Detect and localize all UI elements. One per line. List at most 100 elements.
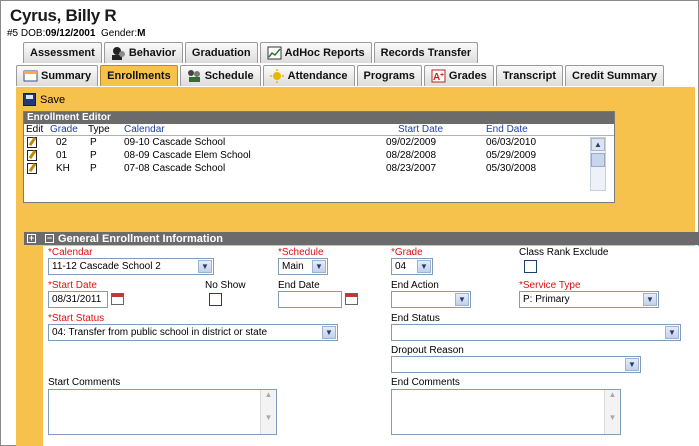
start-status-value: 04: Transfer from public school in distr… <box>52 327 268 338</box>
end-date-input[interactable] <box>278 291 342 308</box>
calendar-picker-icon[interactable] <box>111 293 124 305</box>
col-grade[interactable]: Grade <box>46 124 84 135</box>
class-rank-exclude-checkbox[interactable] <box>524 260 537 273</box>
gender-label: Gender: <box>100 28 138 39</box>
chevron-down-icon: ▼ <box>322 326 336 339</box>
tab-credit-summary[interactable]: Credit Summary <box>565 65 664 86</box>
row-end-date: 05/29/2009 <box>486 150 537 161</box>
tab-assessment[interactable]: Assessment <box>23 42 102 63</box>
start-comments-textarea[interactable]: ▲ ▼ <box>48 389 277 435</box>
tab-label: Credit Summary <box>572 70 657 82</box>
grade-select[interactable]: 04 ▼ <box>391 258 433 275</box>
start-status-select[interactable]: 04: Transfer from public school in distr… <box>48 324 338 341</box>
table-row[interactable]: 02 P 09-10 Cascade School 09/02/2009 06/… <box>24 136 614 149</box>
tab-enrollments[interactable]: Enrollments <box>100 65 178 86</box>
summary-icon <box>23 70 38 82</box>
tab-grades[interactable]: A + Grades <box>423 65 494 86</box>
textarea-scrollbar[interactable]: ▲ ▼ <box>604 390 620 434</box>
service-type-select[interactable]: P: Primary ▼ <box>519 291 659 308</box>
tab-row-lower: Summary Enrollments Schedule Attendance … <box>16 65 664 87</box>
start-comments-label: Start Comments <box>48 377 121 388</box>
tab-label: Transcript <box>502 70 556 82</box>
gender-value: M <box>137 28 146 39</box>
row-calendar: 07-08 Cascade School <box>124 163 226 174</box>
calendar-select[interactable]: 11-12 Cascade School 2 ▼ <box>48 258 214 275</box>
dropout-reason-select[interactable]: ▼ <box>391 356 641 373</box>
col-end-date[interactable]: End Date <box>478 124 558 135</box>
save-disk-icon <box>23 93 36 106</box>
dropout-reason-label: Dropout Reason <box>391 345 464 356</box>
no-show-label: No Show <box>205 280 246 291</box>
tab-transcript[interactable]: Transcript <box>495 65 563 86</box>
row-start-date: 08/23/2007 <box>386 163 437 174</box>
chevron-down-icon: ▼ <box>198 260 212 273</box>
tab-attendance[interactable]: Attendance <box>262 65 355 86</box>
tab-schedule[interactable]: Schedule <box>179 65 261 86</box>
start-status-label: *Start Status <box>48 313 105 324</box>
col-calendar[interactable]: Calendar <box>118 124 380 135</box>
grades-icon: A + <box>431 69 446 83</box>
col-start-date[interactable]: Start Date <box>380 124 478 135</box>
row-type: P <box>90 137 97 148</box>
expand-icon[interactable]: + <box>27 234 36 243</box>
schedule-label: *Schedule <box>278 247 324 258</box>
schedule-select[interactable]: Main ▼ <box>278 258 328 275</box>
tab-behavior[interactable]: Behavior <box>103 42 183 63</box>
edit-icon[interactable] <box>27 163 37 174</box>
tab-adhoc-reports[interactable]: AdHoc Reports <box>259 42 372 63</box>
start-date-label: *Start Date <box>48 280 97 291</box>
tab-label: Enrollments <box>107 70 171 82</box>
row-grade: KH <box>56 163 70 174</box>
col-type: Type <box>88 124 110 135</box>
dob-label: DOB: <box>20 28 46 39</box>
edit-icon[interactable] <box>27 150 37 161</box>
scroll-thumb[interactable] <box>591 153 605 167</box>
grade-value: 04 <box>395 261 407 272</box>
calendar-value: 11-12 Cascade School 2 <box>52 261 161 272</box>
no-show-checkbox[interactable] <box>209 293 222 306</box>
row-end-date: 06/03/2010 <box>486 137 537 148</box>
end-action-select[interactable]: ▼ <box>391 291 471 308</box>
general-section-header: + − General Enrollment Information <box>24 232 699 245</box>
tab-summary[interactable]: Summary <box>16 65 99 86</box>
row-start-date: 08/28/2008 <box>386 150 437 161</box>
general-section-title: General Enrollment Information <box>58 232 224 245</box>
tab-programs[interactable]: Programs <box>356 65 422 86</box>
table-row[interactable]: 01 P 08-09 Cascade Elem School 08/28/200… <box>24 149 614 162</box>
row-type: P <box>90 163 97 174</box>
tab-graduation[interactable]: Graduation <box>184 42 258 63</box>
adhoc-icon <box>267 46 282 60</box>
content-panel: Save Enrollment Editor Edit Grade Type C… <box>16 87 699 446</box>
calendar-picker-icon[interactable] <box>345 293 358 305</box>
scroll-up-icon[interactable]: ▲ <box>591 138 605 151</box>
edit-icon[interactable] <box>27 137 37 148</box>
tab-records-transfer[interactable]: Records Transfer <box>373 42 479 63</box>
editor-scrollbar[interactable]: ▲ <box>590 137 606 191</box>
row-grade: 01 <box>56 150 68 161</box>
app-window: Cyrus, Billy R #5 DOB:09/12/2001 Gender:… <box>0 0 699 446</box>
tab-label: Summary <box>41 70 92 82</box>
tab-label: Records Transfer <box>380 47 472 59</box>
chevron-down-icon: ▼ <box>625 358 639 371</box>
chevron-down-icon: ▼ <box>417 260 431 273</box>
row-grade: 02 <box>56 137 68 148</box>
collapse-icon[interactable]: − <box>45 234 54 243</box>
tab-row-upper: Assessment Behavior Graduation AdHoc Rep… <box>23 42 479 64</box>
schedule-icon <box>187 70 200 82</box>
end-action-label: End Action <box>391 280 439 291</box>
row-type: P <box>90 150 97 161</box>
end-comments-label: End Comments <box>391 377 460 388</box>
schedule-value: Main <box>282 261 304 272</box>
save-button[interactable]: Save <box>23 93 65 106</box>
student-meta: #5 DOB:09/12/2001 Gender:M <box>7 28 145 39</box>
end-status-select[interactable]: ▼ <box>391 324 681 341</box>
table-row[interactable]: KH P 07-08 Cascade School 08/23/2007 05/… <box>24 162 614 175</box>
end-comments-textarea[interactable]: ▲ ▼ <box>391 389 621 435</box>
textarea-scrollbar[interactable]: ▲ ▼ <box>260 390 276 434</box>
student-id: #5 <box>7 28 19 39</box>
enrollment-editor: Enrollment Editor Edit Grade Type Calend… <box>23 111 615 203</box>
chevron-down-icon: ▼ <box>665 326 679 339</box>
row-start-date: 09/02/2009 <box>386 137 437 148</box>
chevron-down-icon: ▼ <box>455 293 469 306</box>
start-date-input[interactable]: 08/31/2011 <box>48 291 108 308</box>
